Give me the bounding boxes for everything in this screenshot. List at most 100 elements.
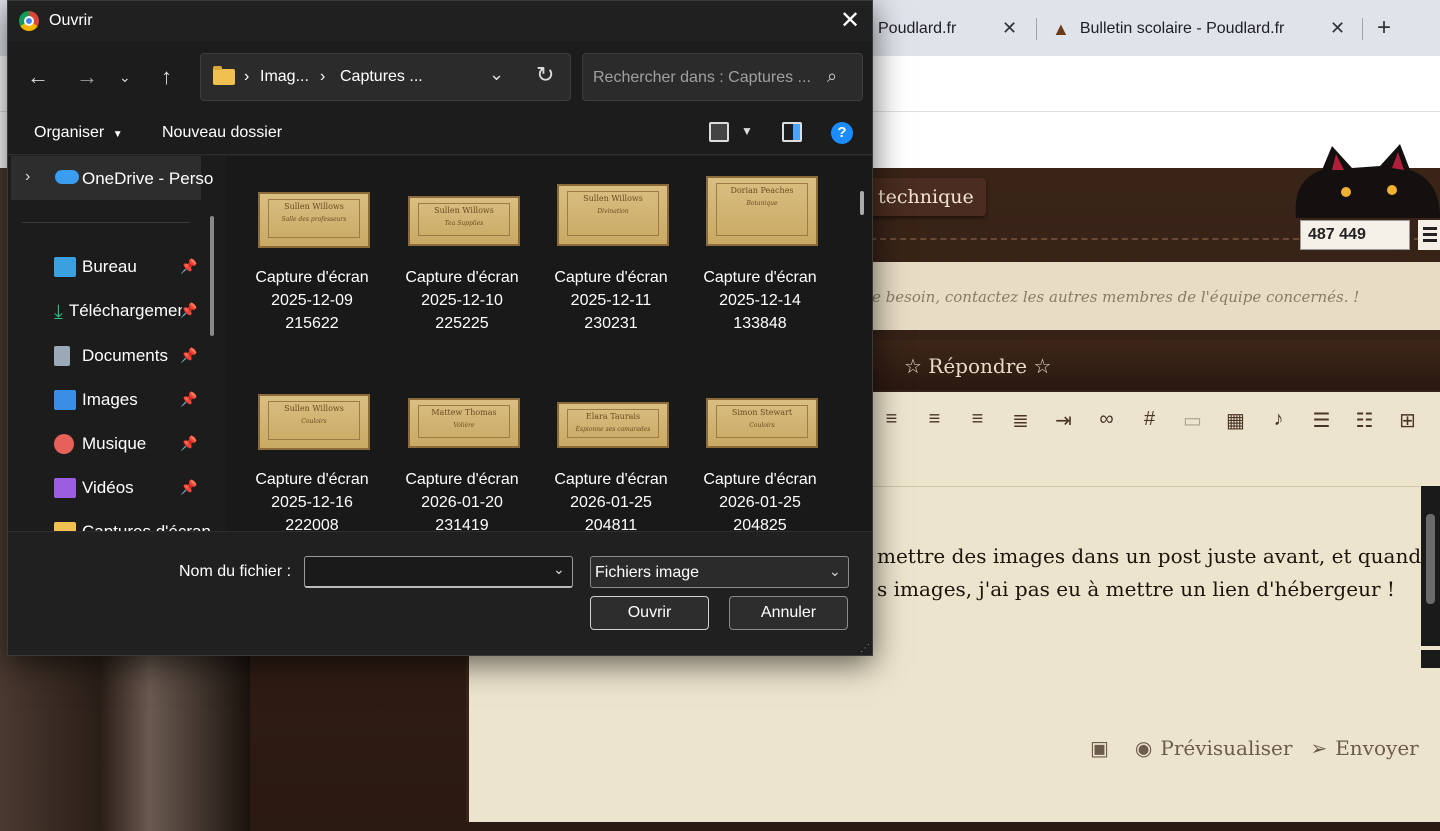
nav-item-screenshots[interactable]: Captures d'écran bbox=[54, 517, 211, 531]
file-item[interactable]: Elara Taurais Espionne ses camarades Cap… bbox=[545, 366, 677, 531]
send-button[interactable]: ➢ Envoyer bbox=[1310, 736, 1418, 760]
file-type-value: Fichiers image bbox=[595, 564, 700, 581]
file-type-select[interactable]: Fichiers image ⌄ bbox=[590, 556, 849, 588]
file-thumbnail: Sullen Willows Couloirs bbox=[258, 394, 370, 450]
browser-tab-bulletin[interactable]: ▲ Bulletin scolaire - Poudlard.fr ✕ bbox=[1052, 8, 1345, 50]
chevron-down-icon[interactable]: ⌄ bbox=[553, 561, 565, 578]
file-list-scrollbar[interactable] bbox=[860, 191, 864, 215]
align-right-icon[interactable]: ≡ bbox=[956, 408, 999, 436]
filename-field[interactable]: ⌄ bbox=[304, 556, 573, 588]
pin-icon[interactable]: 📌 bbox=[180, 302, 197, 319]
view-mode-icon[interactable] bbox=[709, 122, 729, 142]
numbered-list-icon[interactable]: ☷ bbox=[1343, 408, 1386, 436]
open-button[interactable]: Ouvrir bbox=[590, 596, 709, 630]
dialog-title: Ouvrir bbox=[49, 12, 93, 29]
file-list: Sullen Willows Salle des professeurs Cap… bbox=[226, 156, 872, 531]
chevron-down-icon[interactable]: ⌄ bbox=[489, 64, 504, 85]
breadcrumb-images[interactable]: Imag... bbox=[260, 68, 309, 86]
hamburger-menu-icon[interactable] bbox=[1418, 220, 1440, 250]
pin-icon[interactable]: 📌 bbox=[180, 435, 197, 452]
nav-item-music[interactable]: Musique bbox=[54, 429, 146, 459]
justify-icon[interactable]: ≣ bbox=[999, 408, 1042, 436]
scroll-thumb[interactable] bbox=[1426, 514, 1435, 604]
file-thumbnail: Sullen Willows Divination bbox=[557, 184, 669, 246]
file-item[interactable]: Simon Stewart Couloirs Capture d'écran 20… bbox=[694, 366, 826, 531]
file-thumbnail: Simon Stewart Couloirs bbox=[706, 398, 818, 448]
forward-arrow-icon[interactable]: → bbox=[76, 64, 98, 90]
nav-item-downloads[interactable]: ⤓ Téléchargements bbox=[54, 296, 182, 326]
nav-item-bureau[interactable]: Bureau bbox=[54, 252, 137, 282]
file-item[interactable]: Sullen Willows Divination Capture d'écra… bbox=[545, 164, 677, 344]
nav-item-videos[interactable]: Vidéos bbox=[54, 473, 134, 503]
breadcrumb-captures[interactable]: Captures ... bbox=[340, 68, 423, 86]
preview-pane-icon[interactable] bbox=[782, 122, 802, 142]
file-item[interactable]: Sullen Willows Tea Supplies Capture d'éc… bbox=[396, 164, 528, 344]
tab-label: Bulletin scolaire - Poudlard.fr bbox=[1079, 20, 1285, 37]
file-item[interactable]: Dorian Peaches Botanique Capture d'écran… bbox=[694, 164, 826, 344]
recent-locations-chevron-icon[interactable]: ⌄ bbox=[119, 69, 131, 86]
music-note-icon[interactable]: ♪ bbox=[1257, 408, 1300, 436]
up-arrow-icon[interactable]: ↑ bbox=[161, 64, 172, 90]
dialog-close-icon[interactable]: ✕ bbox=[836, 7, 864, 35]
editor-resize-handle[interactable] bbox=[1421, 650, 1440, 668]
align-center-icon[interactable]: ≡ bbox=[913, 408, 956, 436]
back-arrow-icon[interactable]: ← bbox=[27, 64, 49, 90]
resize-grip-icon[interactable]: ⋰ bbox=[860, 643, 870, 654]
chevron-right-icon[interactable]: › bbox=[25, 168, 30, 186]
pin-icon[interactable]: 📌 bbox=[180, 479, 197, 496]
nav-item-images[interactable]: Images bbox=[54, 385, 138, 415]
post-line: s images, j'ai pas eu à mettre un lien d… bbox=[877, 577, 1395, 601]
new-tab-button[interactable]: + bbox=[1377, 14, 1391, 42]
post-text[interactable]: mettre des images dans un post juste ava… bbox=[877, 540, 1421, 606]
technique-button[interactable]: technique bbox=[860, 178, 986, 216]
file-item[interactable]: Sullen Willows Salle des professeurs Cap… bbox=[246, 164, 378, 344]
file-item[interactable]: Mattew Thomas Volière Capture d'écran 202… bbox=[396, 366, 528, 531]
chrome-logo-icon bbox=[19, 11, 39, 31]
breadcrumb-separator: › bbox=[320, 68, 326, 85]
team-notice: e besoin, contactez les autres membres d… bbox=[870, 262, 1440, 330]
editor-toolbar: ≡ ≡ ≡ ≣ ⇥ ∞ # ▭ ▦ ♪ ☰ ☷ ⊞ bbox=[870, 408, 1429, 436]
address-bar[interactable]: › Imag... › Captures ... ⌄ ↻ bbox=[200, 53, 571, 101]
search-icon[interactable]: ⌕ bbox=[827, 66, 837, 87]
search-input[interactable] bbox=[593, 66, 818, 90]
nav-item-documents[interactable]: Documents bbox=[54, 341, 168, 371]
organize-button[interactable]: Organiser ▼ bbox=[34, 124, 123, 142]
editor-scrollbar[interactable] bbox=[1421, 486, 1440, 646]
open-file-dialog: Ouvrir ✕ ← → ⌄ ↑ › Imag... › Captures ..… bbox=[7, 0, 873, 656]
refresh-icon[interactable]: ↻ bbox=[536, 62, 554, 88]
file-item[interactable]: Sullen Willows Couloirs Capture d'écran 2… bbox=[246, 366, 378, 531]
film-icon[interactable]: ▦ bbox=[1214, 408, 1257, 436]
pin-icon[interactable]: 📌 bbox=[180, 347, 197, 364]
filename-input[interactable] bbox=[311, 561, 541, 583]
link-icon[interactable]: ∞ bbox=[1085, 408, 1128, 436]
file-name: Capture d'écran 2025-12-10 225225 bbox=[405, 269, 519, 332]
onedrive-cloud-icon bbox=[55, 170, 79, 184]
post-actions: ▣ ◉ Prévisualiser ➢ Envoyer bbox=[1090, 730, 1419, 766]
bullet-list-icon[interactable]: ☰ bbox=[1300, 408, 1343, 436]
new-folder-button[interactable]: Nouveau dossier bbox=[162, 124, 282, 142]
send-label: Envoyer bbox=[1335, 736, 1419, 760]
preview-button[interactable]: ◉ Prévisualiser bbox=[1135, 736, 1293, 760]
download-icon: ⤓ bbox=[54, 301, 63, 323]
tab-close-icon[interactable]: ✕ bbox=[1002, 18, 1017, 39]
nav-label: Vidéos bbox=[82, 478, 134, 497]
tab-separator bbox=[1036, 18, 1037, 40]
save-draft-icon[interactable]: ▣ bbox=[1090, 736, 1109, 760]
nav-scrollbar[interactable] bbox=[210, 216, 214, 336]
pin-icon[interactable]: 📌 bbox=[180, 258, 197, 275]
browser-tab-poudlard[interactable]: Poudlard.fr ✕ bbox=[878, 8, 1017, 50]
indent-icon[interactable]: ⇥ bbox=[1042, 408, 1085, 436]
pin-icon[interactable]: 📌 bbox=[180, 391, 197, 408]
table-icon[interactable]: ⊞ bbox=[1386, 408, 1429, 436]
nav-item-onedrive[interactable]: › OneDrive - Perso bbox=[11, 156, 213, 200]
hashtag-icon[interactable]: # bbox=[1128, 408, 1171, 436]
help-icon[interactable]: ? bbox=[831, 122, 853, 144]
search-box[interactable]: ⌕ bbox=[582, 53, 863, 101]
cancel-button[interactable]: Annuler bbox=[729, 596, 848, 630]
organize-label: Organiser bbox=[34, 124, 105, 141]
align-left-icon[interactable]: ≡ bbox=[870, 408, 913, 436]
image-icon[interactable]: ▭ bbox=[1171, 408, 1214, 436]
tab-close-icon[interactable]: ✕ bbox=[1330, 18, 1345, 39]
view-dropdown-icon[interactable]: ▼ bbox=[741, 124, 753, 138]
file-name: Capture d'écran 2025-12-16 222008 bbox=[255, 471, 369, 531]
